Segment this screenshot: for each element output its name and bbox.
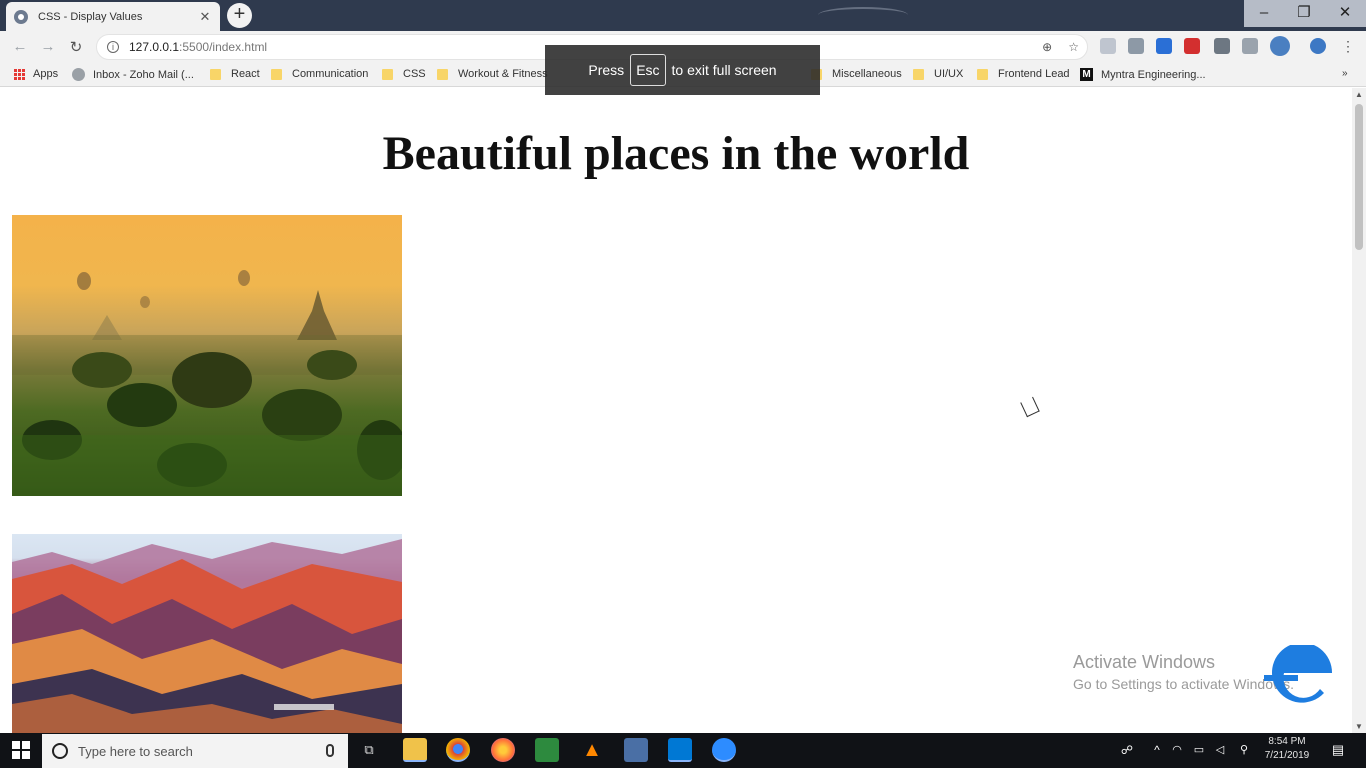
rainbow-mountains-image — [12, 534, 402, 733]
bookmark-folder-workout[interactable]: Workout & Fitness — [437, 68, 548, 80]
medium-icon: M — [1080, 68, 1093, 81]
watermark-subtitle: Go to Settings to activate Windows. — [1073, 676, 1294, 692]
apps-grid-icon — [14, 68, 25, 80]
scroll-up-icon[interactable]: ▲ — [1355, 90, 1363, 99]
bagan-scene — [12, 270, 402, 496]
menu-icon[interactable]: ⋮ — [1340, 38, 1356, 54]
forward-button[interactable]: → — [39, 38, 57, 55]
new-tab-button[interactable]: + — [227, 3, 252, 28]
translate-extension-icon[interactable] — [1242, 38, 1258, 54]
folder-icon — [382, 68, 393, 80]
firefox-icon[interactable] — [491, 738, 515, 762]
tab-title: CSS - Display Values — [38, 10, 143, 23]
chrome-icon[interactable] — [446, 738, 470, 762]
network-app-icon[interactable] — [624, 738, 648, 762]
url-host: 127.0.0.1 — [129, 40, 180, 54]
info-icon[interactable]: i — [107, 41, 119, 53]
task-view-icon[interactable]: ⧉ — [357, 738, 381, 762]
folder-icon — [913, 68, 924, 80]
notepad-icon[interactable] — [535, 738, 559, 762]
minimize-button[interactable]: – — [1244, 0, 1284, 27]
shield-extension-icon[interactable] — [1156, 38, 1172, 54]
bookmark-folder-miscellaneous[interactable]: Miscellaneous — [811, 68, 902, 80]
bookmarks-overflow-icon[interactable]: » — [1342, 68, 1348, 79]
page-viewport: Beautiful places in the world — [0, 88, 1352, 733]
zoho-icon — [72, 68, 85, 81]
bookmark-folder-uiux[interactable]: UI/UX — [913, 68, 963, 80]
language-icon[interactable]: ⚲ — [1232, 738, 1256, 762]
browser-tab[interactable]: CSS - Display Values ✕ — [6, 2, 220, 31]
search-placeholder: Type here to search — [78, 743, 193, 759]
reload-button[interactable]: ↻ — [67, 38, 85, 56]
globe-icon — [14, 9, 28, 24]
avatar[interactable] — [1270, 36, 1290, 56]
fullscreen-notice: Press Esc to exit full screen — [545, 45, 820, 95]
car-icon — [818, 7, 908, 23]
bagan-balloons-image — [12, 215, 402, 496]
bookmark-star-icon[interactable]: ☆ — [1068, 40, 1079, 54]
wifi-icon[interactable]: ◠ — [1165, 738, 1189, 762]
back-button[interactable]: ← — [11, 38, 29, 55]
vlc-icon[interactable]: ▲ — [580, 738, 604, 762]
gear-extension-icon[interactable] — [1128, 38, 1144, 54]
volume-icon[interactable]: ◁ — [1208, 738, 1232, 762]
fullscreen-notice-suffix: to exit full screen — [671, 62, 777, 78]
bookmark-folder-css[interactable]: CSS — [382, 68, 426, 80]
watermark-title: Activate Windows — [1073, 652, 1216, 672]
close-tab-icon[interactable]: ✕ — [198, 9, 212, 25]
activate-windows-watermark: Activate Windows Go to Settings to activ… — [1073, 651, 1294, 695]
folder-icon — [271, 68, 282, 80]
folder-icon — [437, 68, 448, 80]
windows-taskbar: Type here to search ⧉ ▲ ☍ ^ ◠ ▭ ◁ ⚲ 8:54… — [0, 733, 1366, 768]
vertical-scrollbar[interactable]: ▲ ▼ — [1352, 88, 1366, 733]
bookmark-folder-frontend-lead[interactable]: Frontend Lead — [977, 68, 1070, 80]
scrollbar-thumb[interactable] — [1355, 104, 1363, 250]
mountains-scene — [12, 539, 402, 733]
bookmark-folder-react[interactable]: React — [210, 68, 260, 80]
profile-extension-icon[interactable] — [1310, 38, 1326, 54]
system-clock[interactable]: 8:54 PM 7/21/2019 — [1262, 735, 1312, 763]
bookmark-apps[interactable]: Apps — [14, 68, 58, 80]
file-explorer-icon[interactable] — [403, 738, 427, 762]
zoom-app-icon[interactable] — [712, 738, 736, 762]
scroll-down-icon[interactable]: ▼ — [1355, 722, 1363, 731]
notifications-icon[interactable]: ▤ — [1326, 738, 1350, 762]
cortana-icon — [52, 743, 68, 759]
clock-date: 7/21/2019 — [1264, 750, 1310, 761]
people-icon[interactable]: ☍ — [1115, 738, 1139, 762]
bookmark-zoho[interactable]: Inbox - Zoho Mail (... — [72, 68, 194, 81]
windows-start-icon[interactable] — [12, 741, 30, 759]
bookmark-myntra[interactable]: M Myntra Engineering... — [1080, 68, 1206, 81]
vscode-icon[interactable] — [668, 738, 692, 762]
fullscreen-notice-prefix: Press — [588, 62, 625, 78]
extension-icon[interactable] — [1100, 38, 1116, 54]
browser-title-bar: CSS - Display Values ✕ + – ❐ ✕ — [0, 0, 1366, 31]
url-path: :5500/index.html — [179, 40, 268, 54]
bookmark-folder-communication[interactable]: Communication — [271, 68, 368, 80]
edge-logo-icon — [1264, 645, 1333, 703]
microphone-icon[interactable] — [326, 744, 334, 757]
esc-key-badge: Esc — [630, 54, 666, 86]
devices-extension-icon[interactable] — [1214, 38, 1230, 54]
zoom-icon[interactable]: ⊕ — [1042, 40, 1052, 54]
pocket-extension-icon[interactable] — [1184, 38, 1200, 54]
close-window-button[interactable]: ✕ — [1324, 0, 1366, 27]
folder-icon — [977, 68, 988, 80]
folder-icon — [210, 68, 221, 80]
restore-button[interactable]: ❐ — [1284, 0, 1324, 27]
clock-time: 8:54 PM — [1268, 736, 1306, 747]
taskbar-search-box[interactable]: Type here to search — [42, 734, 348, 768]
page-title: Beautiful places in the world — [382, 127, 970, 180]
